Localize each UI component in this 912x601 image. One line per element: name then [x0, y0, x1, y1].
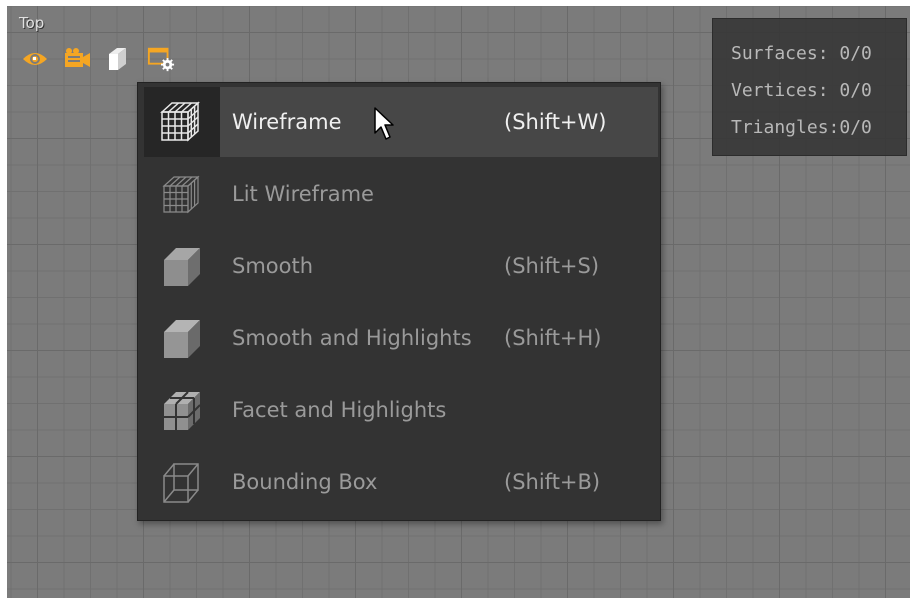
mouse-pointer-icon [374, 107, 396, 145]
menu-item-lit-wireframe[interactable]: Lit Wireframe [144, 159, 658, 229]
smooth-highlights-cube-icon [144, 303, 220, 373]
facet-cube-icon [144, 375, 220, 445]
cube-icon[interactable] [105, 46, 133, 72]
wireframe-cube-icon [144, 87, 220, 157]
menu-item-smooth-and-highlights[interactable]: Smooth and Highlights (Shift+H) [144, 303, 658, 373]
menu-item-shortcut: (Shift+H) [504, 326, 602, 350]
vertices-count: Vertices: 0/0 [731, 80, 872, 101]
menu-item-shortcut: (Shift+S) [504, 254, 600, 278]
display-mode-menu: Wireframe (Shift+W) Lit Wireframe Smooth… [137, 82, 661, 521]
viewport-toolbar [21, 46, 175, 72]
smooth-cube-icon [144, 231, 220, 301]
menu-item-label: Wireframe [232, 110, 342, 134]
lit-wireframe-cube-icon [144, 159, 220, 229]
eye-icon[interactable] [21, 46, 49, 72]
camera-icon[interactable] [63, 46, 91, 72]
menu-item-label: Lit Wireframe [232, 182, 374, 206]
menu-item-smooth[interactable]: Smooth (Shift+S) [144, 231, 658, 301]
menu-item-wireframe[interactable]: Wireframe (Shift+W) [144, 87, 658, 157]
scene-stats-panel: Surfaces: 0/0 Vertices: 0/0 Triangles:0/… [712, 18, 907, 156]
menu-item-label: Facet and Highlights [232, 398, 447, 422]
menu-item-bounding-box[interactable]: Bounding Box (Shift+B) [144, 447, 658, 517]
menu-item-label: Bounding Box [232, 470, 378, 494]
menu-item-facet-and-highlights[interactable]: Facet and Highlights [144, 375, 658, 445]
menu-item-label: Smooth [232, 254, 314, 278]
menu-item-label: Smooth and Highlights [232, 326, 472, 350]
viewport-title: Top [19, 14, 45, 32]
bounding-box-icon [144, 447, 220, 517]
triangles-count: Triangles:0/0 [731, 117, 872, 138]
viewport-settings-icon[interactable] [147, 46, 175, 72]
menu-item-shortcut: (Shift+W) [504, 110, 607, 134]
surfaces-count: Surfaces: 0/0 [731, 43, 872, 64]
menu-item-shortcut: (Shift+B) [504, 470, 601, 494]
